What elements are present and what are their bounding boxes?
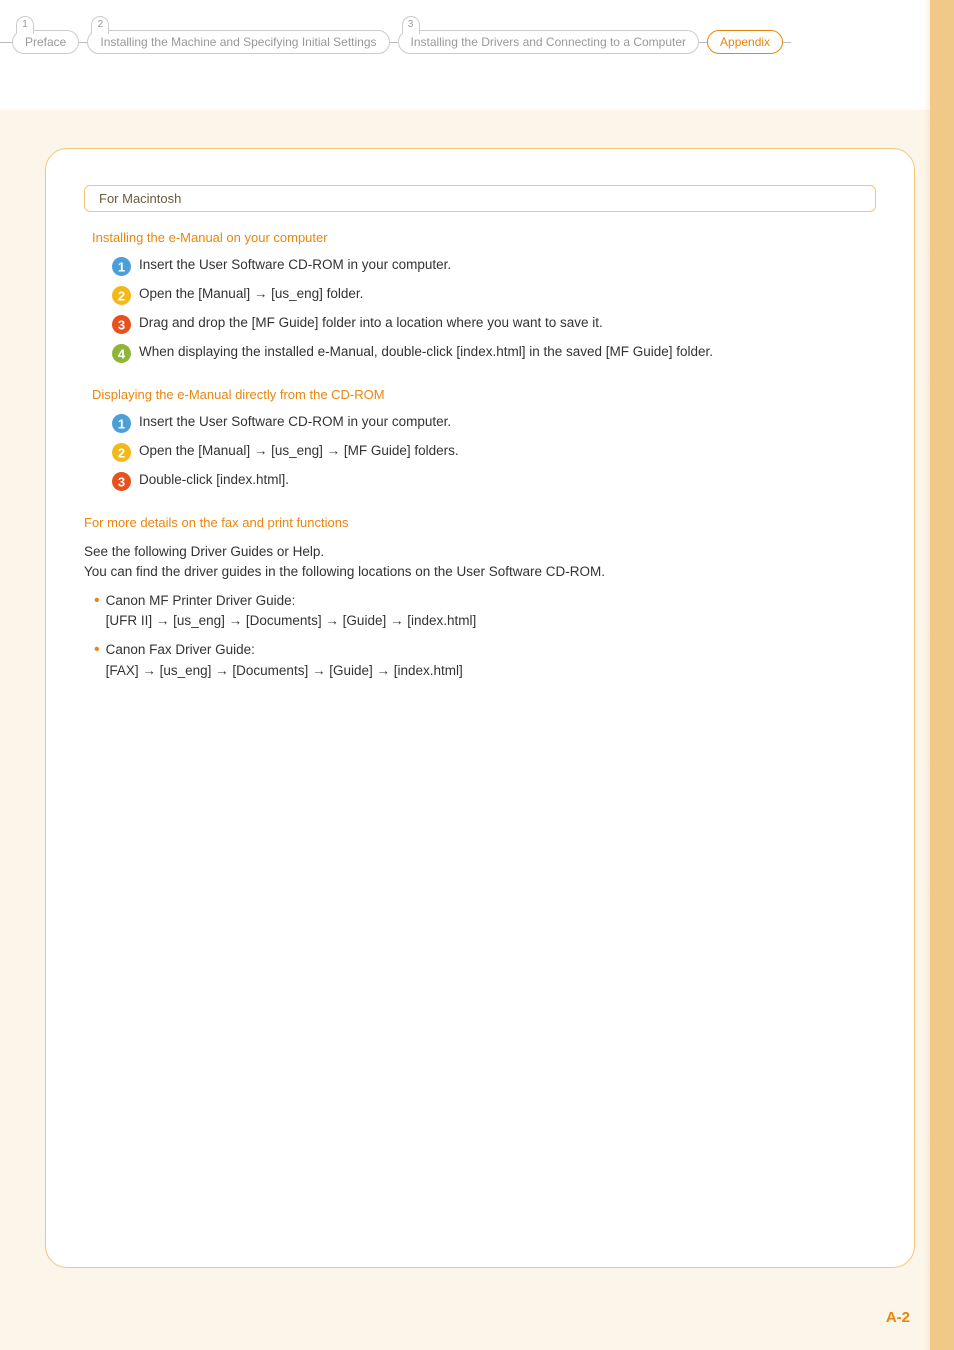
step-text: Insert the User Software CD-ROM in your …	[139, 414, 451, 429]
crumb-install-machine[interactable]: 2 Installing the Machine and Specifying …	[87, 30, 389, 54]
content-card: For Macintosh Installing the e-Manual on…	[45, 148, 915, 1268]
step-3: 3 Double-click [index.html].	[112, 472, 876, 491]
crumb-appendix[interactable]: Appendix	[707, 30, 783, 54]
bullet-title: Canon MF Printer Driver Guide:	[106, 593, 296, 608]
bullet-printer-driver: • Canon MF Printer Driver Guide: [UFR II…	[94, 591, 876, 633]
bullet-path: [FAX] → [us_eng] → [Documents] → [Guide]…	[106, 663, 463, 678]
step-badge-4-icon: 4	[112, 344, 131, 363]
crumb-preface[interactable]: 1 Preface	[12, 30, 79, 54]
svg-text:2: 2	[118, 446, 125, 461]
crumb-number: 3	[402, 16, 420, 34]
steps-display: 1 Insert the User Software CD-ROM in you…	[112, 414, 876, 491]
crumb-install-drivers[interactable]: 3 Installing the Drivers and Connecting …	[398, 30, 699, 54]
step-2: 2 Open the [Manual] → [us_eng] folder.	[112, 286, 876, 305]
crumb-number: 1	[16, 16, 34, 34]
step-text: Open the [Manual] → [us_eng] folder.	[139, 286, 363, 301]
svg-text:3: 3	[118, 318, 125, 333]
step-4: 4 When displaying the installed e-Manual…	[112, 344, 876, 363]
bullet-fax-driver: • Canon Fax Driver Guide: [FAX] → [us_en…	[94, 640, 876, 682]
step-1: 1 Insert the User Software CD-ROM in you…	[112, 257, 876, 276]
step-badge-3-icon: 3	[112, 472, 131, 491]
bullet-title: Canon Fax Driver Guide:	[106, 642, 255, 657]
svg-text:2: 2	[118, 289, 125, 304]
section-heading-install: Installing the e-Manual on your computer	[92, 230, 876, 245]
step-badge-1-icon: 1	[112, 257, 131, 276]
step-badge-2-icon: 2	[112, 286, 131, 305]
crumb-label: Installing the Machine and Specifying In…	[100, 35, 376, 49]
step-badge-3-icon: 3	[112, 315, 131, 334]
page-number: A-2	[886, 1309, 910, 1326]
bullet-path: [UFR II] → [us_eng] → [Documents] → [Gui…	[106, 613, 477, 628]
svg-text:4: 4	[118, 347, 126, 362]
svg-text:1: 1	[118, 260, 125, 275]
step-text: Double-click [index.html].	[139, 472, 289, 487]
details-intro-2: You can find the driver guides in the fo…	[84, 562, 876, 582]
for-macintosh-heading: For Macintosh	[84, 185, 876, 212]
side-tab-shadow	[924, 0, 930, 1350]
step-badge-1-icon: 1	[112, 414, 131, 433]
side-tab	[930, 0, 954, 1350]
crumb-label: Preface	[25, 35, 66, 49]
crumb-label: Installing the Drivers and Connecting to…	[411, 35, 686, 49]
details-intro-1: See the following Driver Guides or Help.	[84, 542, 876, 562]
svg-text:1: 1	[118, 417, 125, 432]
steps-install: 1 Insert the User Software CD-ROM in you…	[112, 257, 876, 363]
crumb-number: 2	[91, 16, 109, 34]
step-text: When displaying the installed e-Manual, …	[139, 344, 713, 359]
crumb-label: Appendix	[720, 35, 770, 49]
step-2: 2 Open the [Manual] → [us_eng] → [MF Gui…	[112, 443, 876, 462]
bullet-dot-icon: •	[94, 591, 100, 610]
svg-text:3: 3	[118, 475, 125, 490]
step-text: Insert the User Software CD-ROM in your …	[139, 257, 451, 272]
breadcrumb: 1 Preface 2 Installing the Machine and S…	[0, 22, 930, 62]
step-3: 3 Drag and drop the [MF Guide] folder in…	[112, 315, 876, 334]
section-heading-details: For more details on the fax and print fu…	[84, 515, 876, 530]
step-text: Open the [Manual] → [us_eng] → [MF Guide…	[139, 443, 459, 458]
step-1: 1 Insert the User Software CD-ROM in you…	[112, 414, 876, 433]
step-badge-2-icon: 2	[112, 443, 131, 462]
step-text: Drag and drop the [MF Guide] folder into…	[139, 315, 603, 330]
section-heading-display: Displaying the e-Manual directly from th…	[92, 387, 876, 402]
bullet-dot-icon: •	[94, 640, 100, 659]
